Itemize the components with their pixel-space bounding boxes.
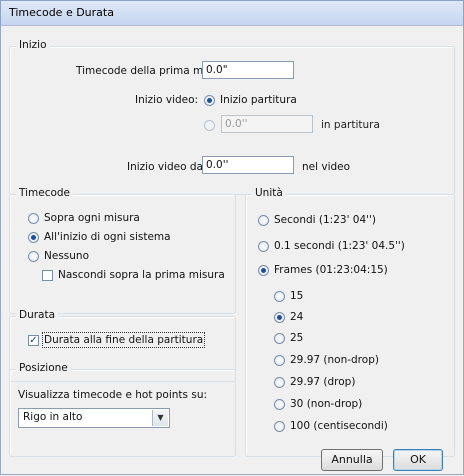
checkbox-durata-fine-label[interactable]: Durata alla fine della partitura	[41, 332, 206, 348]
radio-rate-25[interactable]	[274, 333, 285, 344]
radio-inizio-partitura-label[interactable]: Inizio partitura	[220, 94, 297, 106]
radio-rate-15[interactable]	[274, 291, 285, 302]
checkbox-nascondi-prima-misura[interactable]	[42, 270, 53, 281]
unita-legend: Unità	[252, 187, 286, 199]
posizione-label: Visualizza timecode e hot points su:	[18, 389, 208, 401]
radio-frames-label[interactable]: Frames (01:23:04:15)	[274, 264, 388, 276]
radio-inizio-ogni-sistema[interactable]	[28, 232, 39, 243]
timecode-prima-misura-input[interactable]: 0.0"	[202, 61, 294, 79]
radio-inizio-partitura[interactable]	[204, 95, 215, 106]
window-title: Timecode e Durata	[9, 6, 114, 19]
checkbox-durata-fine[interactable]: ✓	[28, 335, 39, 346]
radio-rate-24[interactable]	[274, 312, 285, 323]
unita-group: Unità Secondi (1:23' 04'') 0.1 secondi (…	[245, 187, 455, 457]
radio-rate-24-label[interactable]: 24	[290, 311, 303, 323]
radio-rate-2997-drop-label[interactable]: 29.97 (drop)	[290, 376, 355, 388]
in-partitura-input[interactable]: 0.0''	[221, 115, 313, 133]
posizione-legend: Posizione	[16, 362, 71, 374]
radio-rate-2997-drop[interactable]	[274, 377, 285, 388]
timecode-group: Timecode Sopra ogni misura All'inizio di…	[9, 187, 236, 314]
checkbox-nascondi-label[interactable]: Nascondi sopra la prima misura	[58, 269, 225, 281]
radio-rate-100[interactable]	[274, 421, 285, 432]
radio-01-secondi[interactable]	[258, 241, 269, 252]
radio-rate-15-label[interactable]: 15	[290, 290, 303, 302]
nel-video-label: nel video	[302, 161, 351, 173]
posizione-group: Posizione Visualizza timecode e hot poin…	[9, 362, 236, 457]
title-bar: Timecode e Durata	[0, 0, 464, 26]
radio-rate-2997-nondrop-label[interactable]: 29.97 (non-drop)	[290, 354, 379, 366]
radio-rate-2997-nondrop[interactable]	[274, 355, 285, 366]
radio-sopra-ogni-misura[interactable]	[28, 213, 39, 224]
radio-nessuno-label[interactable]: Nessuno	[44, 250, 89, 262]
dialog-body: Inizio Timecode della prima misura 0.0" …	[0, 26, 464, 475]
inizio-legend: Inizio	[16, 39, 50, 51]
radio-01-secondi-label[interactable]: 0.1 secondi (1:23' 04.5'')	[274, 240, 405, 252]
durata-legend: Durata	[16, 309, 59, 321]
inizio-video-da-input[interactable]: 0.0''	[202, 156, 294, 174]
radio-rate-100-label[interactable]: 100 (centisecondi)	[290, 420, 388, 432]
posizione-select[interactable]: Rigo in alto ▼	[18, 408, 170, 428]
radio-secondi-label[interactable]: Secondi (1:23' 04'')	[274, 214, 376, 226]
radio-frames[interactable]	[258, 265, 269, 276]
ok-button[interactable]: OK	[393, 449, 443, 471]
inizio-video-da-label: Inizio video da:	[127, 161, 207, 173]
radio-nessuno[interactable]	[28, 251, 39, 262]
radio-secondi[interactable]	[258, 215, 269, 226]
radio-in-partitura[interactable]	[204, 120, 215, 131]
radio-sopra-ogni-misura-label[interactable]: Sopra ogni misura	[44, 212, 140, 224]
posizione-select-value: Rigo in alto	[23, 411, 83, 423]
inizio-video-label: Inizio video:	[135, 94, 199, 106]
radio-inizio-ogni-sistema-label[interactable]: All'inizio di ogni sistema	[44, 231, 171, 243]
radio-rate-30-nondrop[interactable]	[274, 399, 285, 410]
cancel-button[interactable]: Annulla	[321, 449, 383, 471]
radio-rate-30-nondrop-label[interactable]: 30 (non-drop)	[290, 398, 362, 410]
inizio-group: Inizio Timecode della prima misura 0.0" …	[9, 39, 455, 195]
in-partitura-suffix: in partitura	[321, 119, 380, 131]
timecode-legend: Timecode	[16, 187, 74, 199]
chevron-down-icon[interactable]: ▼	[152, 410, 168, 426]
radio-rate-25-label[interactable]: 25	[290, 332, 303, 344]
